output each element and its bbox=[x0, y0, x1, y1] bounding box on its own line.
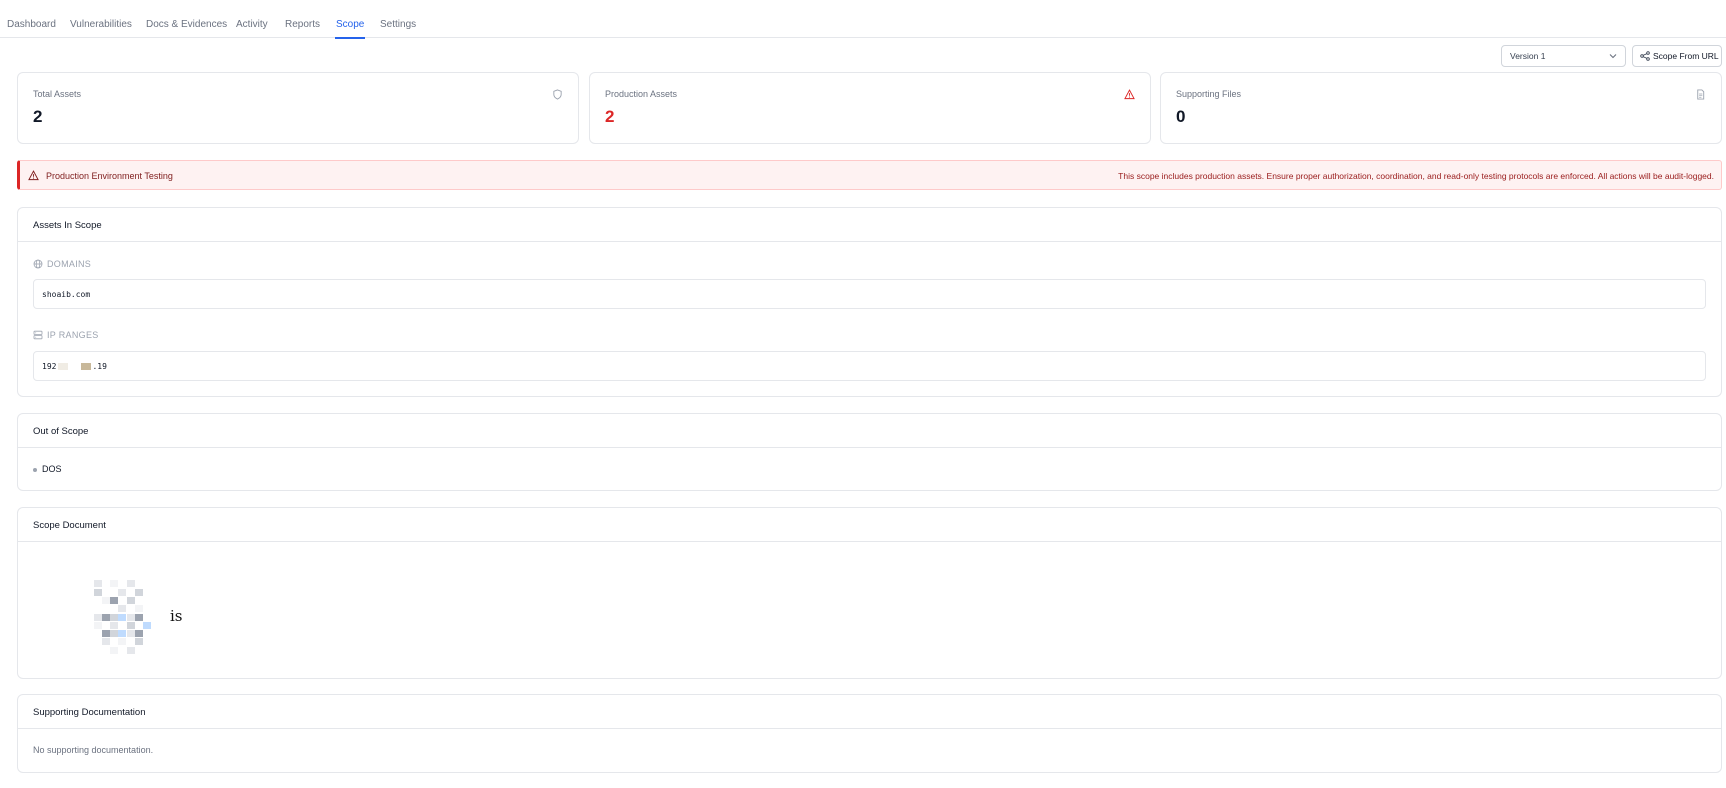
ip-range-value: 192.19 bbox=[33, 351, 1706, 381]
scope-from-url-button[interactable]: Scope From URL bbox=[1632, 45, 1722, 67]
card-title: Scope Document bbox=[18, 508, 1721, 542]
supporting-documentation-card: Supporting Documentation No supporting d… bbox=[17, 694, 1722, 773]
alert-title: Production Environment Testing bbox=[46, 171, 173, 181]
tab-settings[interactable]: Settings bbox=[380, 19, 416, 30]
supporting-documentation-body: No supporting documentation. bbox=[18, 729, 1721, 773]
stat-value: 0 bbox=[1176, 107, 1186, 126]
card-title: Out of Scope bbox=[18, 414, 1721, 448]
stat-card-total-assets: Total Assets 2 bbox=[17, 72, 579, 144]
tab-scope[interactable]: Scope bbox=[334, 19, 366, 39]
tab-vulnerabilities[interactable]: Vulnerabilities bbox=[70, 19, 132, 30]
tab-docs-evidences[interactable]: Docs & Evidences bbox=[146, 19, 227, 30]
chevron-down-icon bbox=[1609, 54, 1617, 59]
stat-card-production-assets: Production Assets 2 bbox=[589, 72, 1151, 144]
redacted-block bbox=[81, 363, 92, 370]
card-title: Supporting Documentation bbox=[18, 695, 1721, 729]
redacted-block bbox=[58, 363, 69, 370]
bullet bbox=[33, 467, 37, 472]
tab-dashboard[interactable]: Dashboard bbox=[7, 19, 56, 30]
scope-document-text: is bbox=[170, 607, 183, 625]
scope-document-card: Scope Document is bbox=[17, 507, 1722, 679]
ip-prefix: 192 bbox=[42, 362, 57, 371]
stat-label: Total Assets bbox=[33, 89, 82, 99]
out-of-scope-list: DOS bbox=[18, 448, 1721, 491]
stat-label: Supporting Files bbox=[1176, 89, 1242, 99]
warning-triangle-icon bbox=[28, 170, 39, 181]
list-item: DOS bbox=[33, 464, 62, 474]
main-tabs: Dashboard Vulnerabilities Docs & Evidenc… bbox=[0, 0, 1726, 39]
scope-document-viewer: is bbox=[18, 542, 1721, 679]
tab-reports[interactable]: Reports bbox=[285, 19, 320, 30]
tab-activity[interactable]: Activity bbox=[236, 19, 268, 30]
alert-message: This scope includes production assets. E… bbox=[1118, 171, 1714, 181]
empty-state-text: No supporting documentation. bbox=[33, 745, 154, 755]
version-select[interactable]: Version 1 bbox=[1501, 45, 1626, 67]
share-icon bbox=[1640, 51, 1650, 61]
stat-label: Production Assets bbox=[605, 89, 678, 99]
ip-suffix: .19 bbox=[92, 362, 107, 371]
domain-value: shoaib.com bbox=[33, 279, 1706, 309]
globe-icon bbox=[33, 259, 43, 269]
stat-value: 2 bbox=[33, 107, 43, 126]
shield-icon bbox=[553, 89, 562, 100]
version-select-value: Version 1 bbox=[1510, 51, 1546, 61]
warning-triangle-icon bbox=[1124, 89, 1135, 100]
scope-from-url-label: Scope From URL bbox=[1653, 51, 1719, 61]
production-warning-alert: Production Environment Testing This scop… bbox=[17, 160, 1722, 190]
server-icon bbox=[33, 330, 43, 340]
out-of-scope-card: Out of Scope DOS bbox=[17, 413, 1722, 491]
card-title: Assets In Scope bbox=[18, 208, 1721, 242]
stat-value: 2 bbox=[605, 107, 615, 126]
assets-in-scope-card: Assets In Scope DOMAINS shoaib.com IP RA… bbox=[17, 207, 1722, 397]
file-icon bbox=[1697, 89, 1705, 100]
stat-card-supporting-files: Supporting Files 0 bbox=[1160, 72, 1722, 144]
